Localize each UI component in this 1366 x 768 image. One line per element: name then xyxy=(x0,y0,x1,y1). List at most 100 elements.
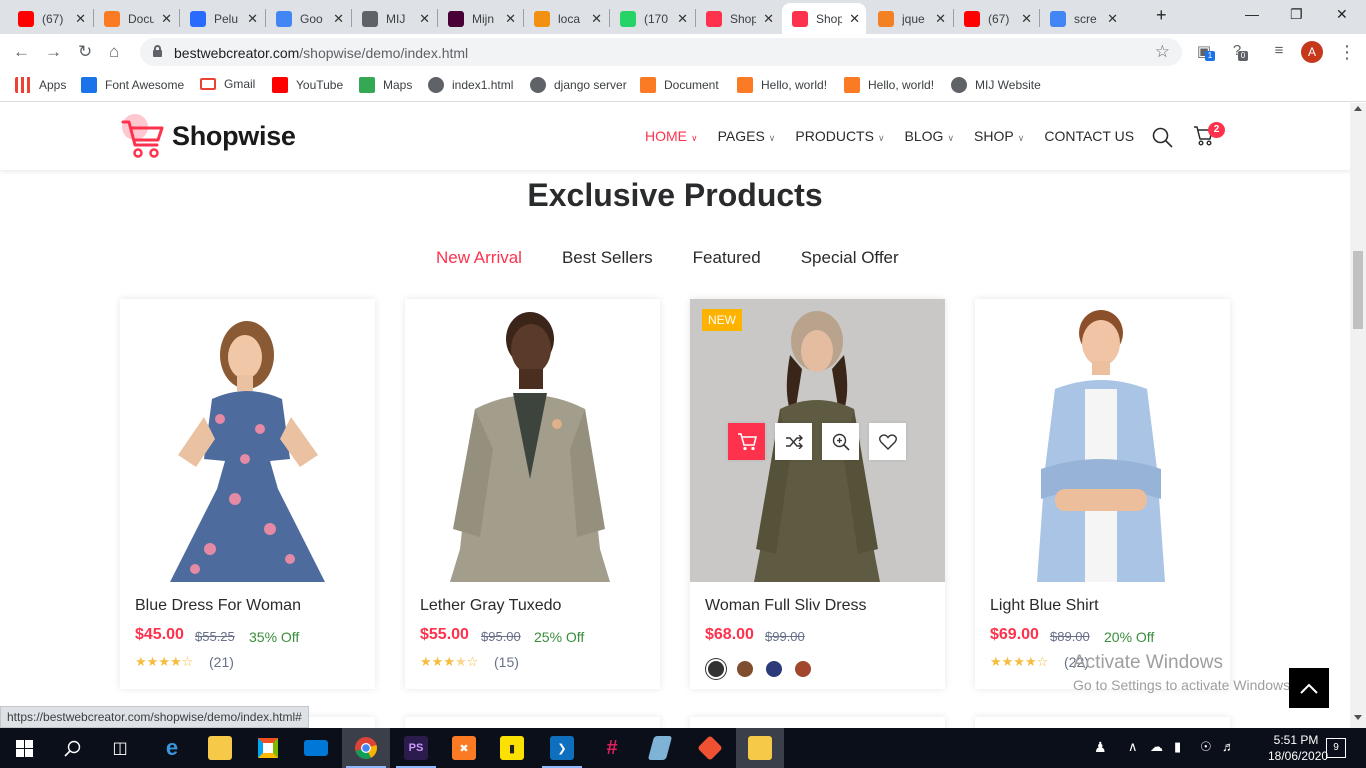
nav-item-contact-us[interactable]: CONTACT US xyxy=(1044,128,1134,144)
back-arrow-icon[interactable]: ← xyxy=(13,43,30,60)
product-card[interactable]: Blue Dress For Woman $45.00 $55.25 35% O… xyxy=(120,299,375,689)
search-icon[interactable] xyxy=(1152,127,1173,148)
product-name[interactable]: Woman Full Sliv Dress xyxy=(705,597,867,615)
wishlist-button[interactable] xyxy=(869,423,906,460)
product-card[interactable]: Lether Gray Tuxedo $55.00 $95.00 25% Off… xyxy=(405,299,660,689)
quick-view-button[interactable] xyxy=(822,423,859,460)
home-icon[interactable]: ⌂ xyxy=(109,43,119,60)
nav-item-shop[interactable]: SHOP ∨ xyxy=(974,128,1024,144)
compare-button[interactable] xyxy=(775,423,812,460)
close-window-button[interactable]: ✕ xyxy=(1336,6,1348,23)
product-image[interactable] xyxy=(120,299,375,582)
tab-close-icon[interactable]: ✕ xyxy=(247,11,258,27)
taskbar-app[interactable] xyxy=(636,728,684,768)
back-to-top-button[interactable] xyxy=(1289,668,1329,708)
notification-center-button[interactable]: 9 xyxy=(1326,738,1346,758)
product-card-next-row[interactable] xyxy=(405,717,660,728)
forward-arrow-icon[interactable]: → xyxy=(45,43,62,60)
taskbar-file-explorer[interactable] xyxy=(196,728,244,768)
browser-tab[interactable]: Shop ✕ xyxy=(696,3,780,34)
taskbar-edge[interactable]: e xyxy=(148,728,196,768)
product-image[interactable] xyxy=(975,299,1230,582)
browser-tab[interactable]: (67) ✕ xyxy=(954,3,1038,34)
product-name[interactable]: Lether Gray Tuxedo xyxy=(420,597,561,615)
tab-close-icon[interactable]: ✕ xyxy=(591,11,602,27)
system-clock[interactable]: 5:51 PM 18/06/2020 xyxy=(1268,732,1328,764)
tab-close-icon[interactable]: ✕ xyxy=(1107,11,1118,27)
product-card[interactable]: Light Blue Shirt $69.00 $89.00 20% Off ★… xyxy=(975,299,1230,689)
bookmark-item[interactable]: django server xyxy=(530,77,627,93)
browser-tab[interactable]: Shop ✕ xyxy=(782,3,866,34)
product-name[interactable]: Light Blue Shirt xyxy=(990,597,1099,615)
profile-avatar[interactable]: A xyxy=(1301,41,1323,63)
bookmark-item[interactable]: Hello, world! xyxy=(737,77,827,93)
bookmark-item[interactable]: Maps xyxy=(359,77,412,93)
product-card-next-row[interactable] xyxy=(975,717,1230,728)
site-logo[interactable]: Shopwise xyxy=(120,112,296,160)
taskbar-photo-app[interactable] xyxy=(736,728,784,768)
menu-kebab-icon[interactable]: ⋮ xyxy=(1338,42,1356,62)
browser-tab[interactable]: Pelu ✕ xyxy=(180,3,264,34)
bookmark-item[interactable]: Apps xyxy=(15,77,66,93)
nav-item-blog[interactable]: BLOG ∨ xyxy=(905,128,955,144)
taskbar-slack[interactable]: # xyxy=(588,728,636,768)
scroll-down-arrow-icon[interactable] xyxy=(1354,715,1362,720)
product-card[interactable]: NEW Woman Full Sliv Dress $68.00 $99.00 xyxy=(690,299,945,689)
tab-close-icon[interactable]: ✕ xyxy=(849,11,860,27)
product-tab[interactable]: Best Sellers xyxy=(562,248,653,268)
tab-close-icon[interactable]: ✕ xyxy=(161,11,172,27)
bookmark-item[interactable]: Font Awesome xyxy=(81,77,184,93)
add-to-cart-button[interactable] xyxy=(728,423,765,460)
scrollbar-thumb[interactable] xyxy=(1353,251,1363,329)
browser-tab[interactable]: Mijn ✕ xyxy=(438,3,522,34)
taskbar-store[interactable] xyxy=(244,728,292,768)
color-swatch[interactable] xyxy=(766,661,782,677)
volume-icon[interactable]: ♬ xyxy=(1222,739,1235,754)
tab-close-icon[interactable]: ✕ xyxy=(419,11,430,27)
color-swatch[interactable] xyxy=(795,661,811,677)
browser-tab[interactable]: Docu ✕ xyxy=(94,3,178,34)
extension-icon[interactable]: ▣ 1 xyxy=(1195,42,1215,61)
tab-close-icon[interactable]: ✕ xyxy=(333,11,344,27)
product-tab[interactable]: Featured xyxy=(693,248,761,268)
taskbar-git[interactable] xyxy=(686,728,734,768)
taskbar-vscode[interactable]: ❯ xyxy=(538,728,586,768)
reload-icon[interactable]: ↻ xyxy=(78,43,92,60)
bookmark-item[interactable]: Document xyxy=(640,77,719,93)
new-tab-button[interactable]: + xyxy=(1156,5,1167,26)
taskbar-xampp[interactable]: ✖ xyxy=(440,728,488,768)
start-button[interactable] xyxy=(0,728,48,768)
taskbar-chrome[interactable] xyxy=(342,728,390,768)
scroll-up-arrow-icon[interactable] xyxy=(1354,106,1362,111)
people-icon[interactable]: ♟ xyxy=(1094,739,1107,756)
tab-close-icon[interactable]: ✕ xyxy=(935,11,946,27)
product-card-next-row[interactable] xyxy=(690,717,945,728)
tab-close-icon[interactable]: ✕ xyxy=(75,11,86,27)
chevron-up-icon[interactable]: ∧ xyxy=(1128,739,1138,755)
taskbar-mail[interactable] xyxy=(292,728,340,768)
browser-tab[interactable]: Goo ✕ xyxy=(266,3,350,34)
nav-item-home[interactable]: HOME ∨ xyxy=(645,128,698,144)
browser-tab[interactable]: loca ✕ xyxy=(524,3,608,34)
product-tab[interactable]: New Arrival xyxy=(436,248,522,268)
nav-item-products[interactable]: PRODUCTS ∨ xyxy=(795,128,884,144)
tab-close-icon[interactable]: ✕ xyxy=(677,11,688,27)
tab-close-icon[interactable]: ✕ xyxy=(505,11,516,27)
maximize-button[interactable]: ❐ xyxy=(1290,6,1303,23)
color-swatch[interactable] xyxy=(737,661,753,677)
taskbar-sticky-notes[interactable]: ▮ xyxy=(488,728,536,768)
taskbar-search-button[interactable] xyxy=(48,728,96,768)
bookmark-star-icon[interactable]: ☆ xyxy=(1155,42,1170,62)
product-tab[interactable]: Special Offer xyxy=(801,248,899,268)
bookmark-item[interactable]: YouTube xyxy=(272,77,343,93)
task-view-button[interactable]: ◫ xyxy=(96,728,144,768)
page-scrollbar[interactable] xyxy=(1350,103,1366,728)
battery-icon[interactable]: ▮ xyxy=(1174,739,1181,755)
extension-icon-2[interactable]: ? 0 xyxy=(1228,42,1248,61)
bookmark-item[interactable]: Hello, world! xyxy=(844,77,934,93)
browser-tab[interactable]: jque ✕ xyxy=(868,3,952,34)
media-queue-icon[interactable]: ≡ xyxy=(1270,42,1288,60)
product-name[interactable]: Blue Dress For Woman xyxy=(135,597,301,615)
tab-close-icon[interactable]: ✕ xyxy=(763,11,774,27)
bookmark-item[interactable]: Gmail xyxy=(200,77,255,91)
